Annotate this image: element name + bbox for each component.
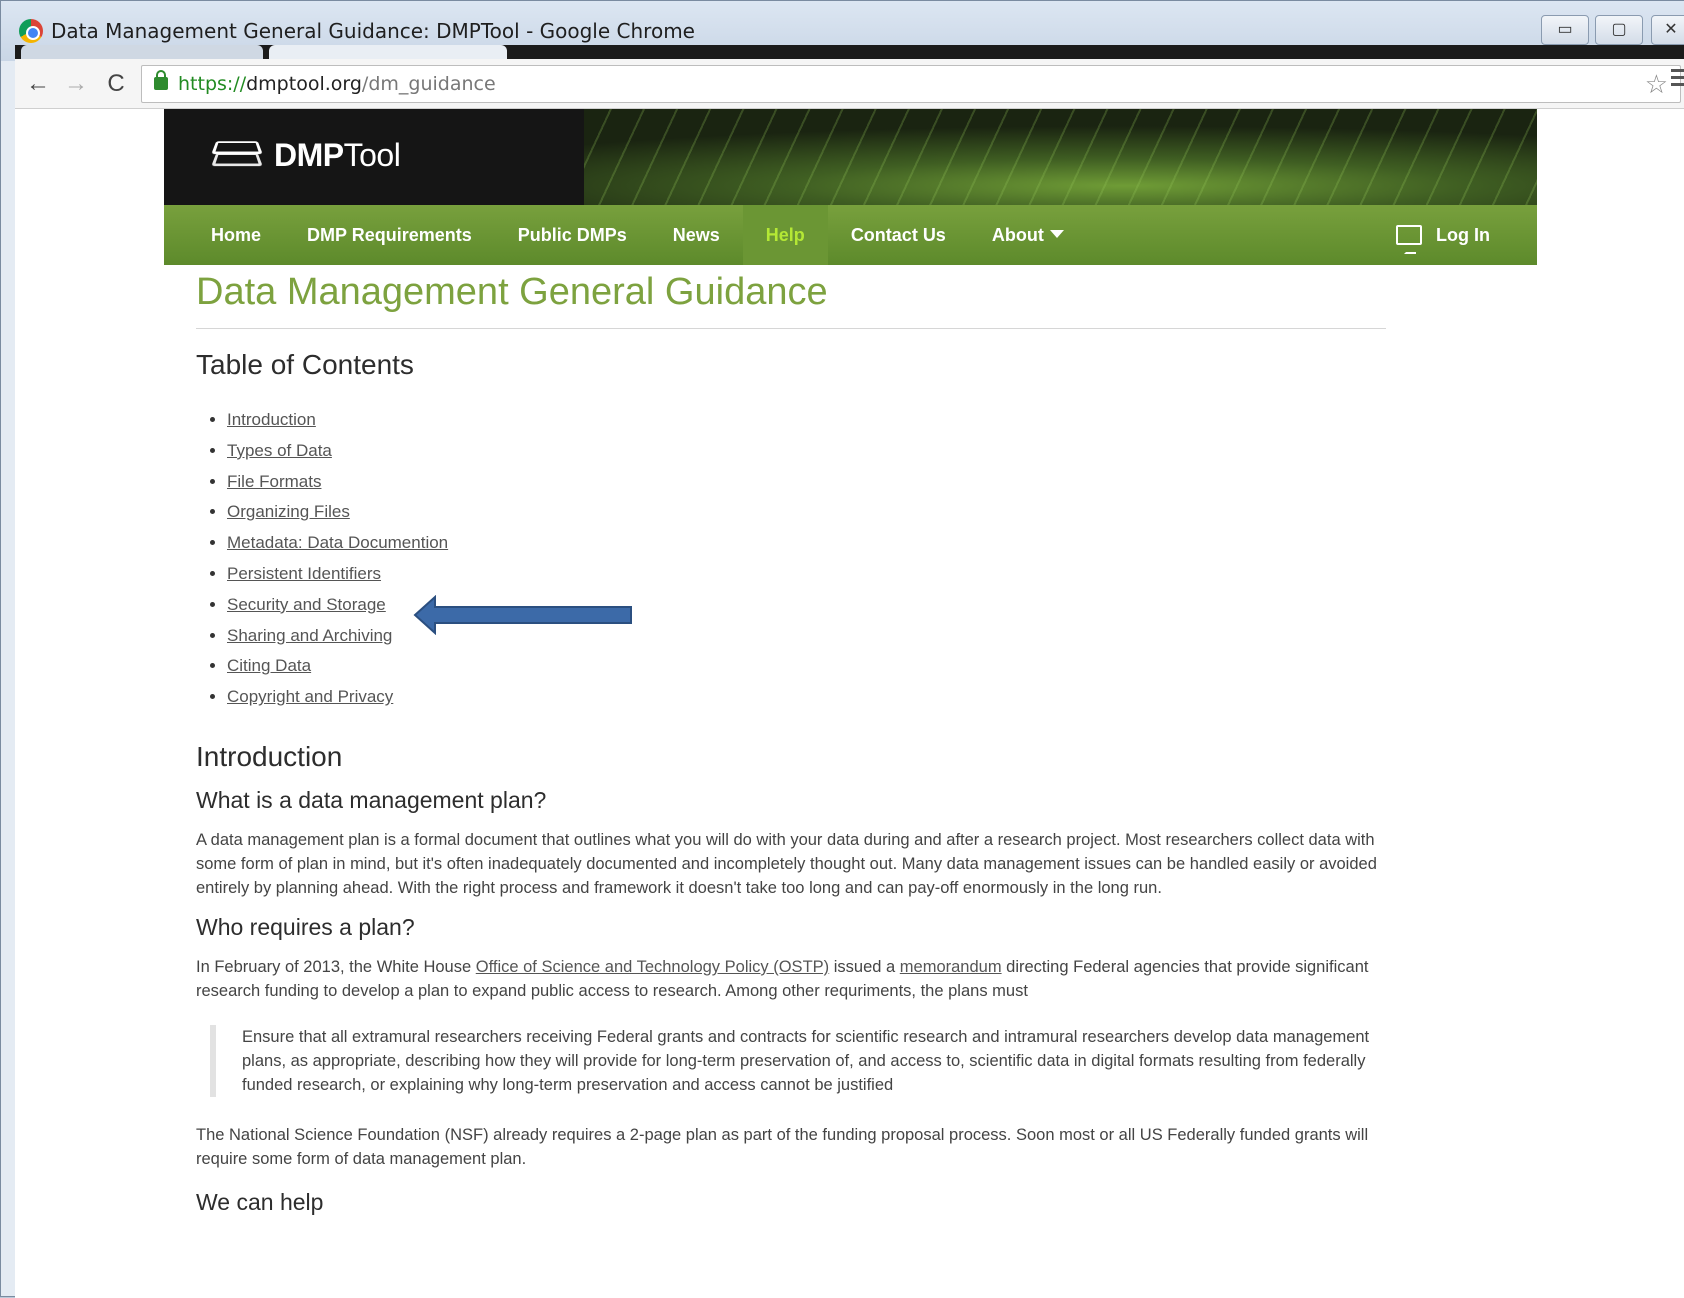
toc-item: Organizing Files bbox=[227, 497, 1386, 528]
chrome-menu-icon[interactable] bbox=[1671, 69, 1684, 93]
nav-public-dmps[interactable]: Public DMPs bbox=[495, 205, 650, 265]
toc-link-file-formats[interactable]: File Formats bbox=[227, 472, 321, 491]
lock-icon bbox=[154, 70, 168, 90]
toc-item: Copyright and Privacy bbox=[227, 682, 1386, 713]
caret-down-icon bbox=[1049, 230, 1064, 238]
page-viewport: DMPTool Home DMP Requirements Public DMP… bbox=[15, 109, 1684, 1298]
nav-contact-us[interactable]: Contact Us bbox=[828, 205, 969, 265]
url-host: dmptool.org bbox=[246, 73, 362, 95]
tab-previous[interactable] bbox=[21, 45, 263, 59]
we-can-help-heading: We can help bbox=[196, 1188, 324, 1215]
toc-link-metadata[interactable]: Metadata: Data Documention bbox=[227, 533, 448, 552]
who-requires-text: In February of 2013, the White House Off… bbox=[196, 957, 1369, 1000]
url-scheme: https:// bbox=[178, 73, 247, 95]
minimize-button[interactable]: ▭ bbox=[1541, 15, 1589, 45]
tab-strip bbox=[15, 45, 1684, 59]
logo-stack-icon bbox=[210, 138, 264, 174]
url-text[interactable]: https://dmptool.org/dm_guidance bbox=[178, 73, 496, 95]
toc-link-copyright-and-privacy[interactable]: Copyright and Privacy bbox=[227, 687, 393, 706]
nav-about[interactable]: About bbox=[969, 205, 1087, 265]
site-banner: DMPTool bbox=[164, 109, 1537, 205]
nav-news[interactable]: News bbox=[650, 205, 743, 265]
tab-current[interactable] bbox=[269, 45, 507, 59]
bookmark-star-icon[interactable]: ☆ bbox=[1645, 69, 1668, 100]
toc-heading: Table of Contents bbox=[196, 349, 414, 380]
nav-home[interactable]: Home bbox=[211, 205, 284, 265]
what-is-dmp-text: A data management plan is a formal docum… bbox=[196, 830, 1377, 897]
nsf-text: The National Science Foundation (NSF) al… bbox=[196, 1125, 1369, 1168]
site-header: DMPTool Home DMP Requirements Public DMP… bbox=[164, 109, 1537, 265]
what-is-dmp-heading: What is a data management plan? bbox=[196, 786, 547, 813]
toc-link-persistent-identifiers[interactable]: Persistent Identifiers bbox=[227, 564, 381, 583]
url-path: /dm_guidance bbox=[361, 73, 496, 95]
window-title: Data Management General Guidance: DMPToo… bbox=[51, 19, 695, 43]
nav-help[interactable]: Help bbox=[742, 205, 828, 265]
chrome-logo-icon bbox=[19, 19, 43, 43]
nav-dmp-requirements[interactable]: DMP Requirements bbox=[284, 205, 495, 265]
login-label: Log In bbox=[1436, 225, 1490, 245]
ostp-quote: Ensure that all extramural researchers r… bbox=[210, 1024, 1386, 1097]
toc-link-types-of-data[interactable]: Types of Data bbox=[227, 441, 332, 460]
logo-text: DMPTool bbox=[274, 137, 401, 173]
toc-item: Persistent Identifiers bbox=[227, 559, 1386, 590]
monitor-icon bbox=[1396, 225, 1423, 254]
toc-item: Sharing and Archiving bbox=[227, 621, 1386, 652]
nav-about-label: About bbox=[991, 225, 1044, 245]
toc-item: File Formats bbox=[227, 467, 1386, 498]
forward-button[interactable]: → bbox=[61, 69, 91, 99]
toc-item: Types of Data bbox=[227, 436, 1386, 467]
arrow-shape bbox=[413, 595, 632, 635]
toc-link-security-and-storage[interactable]: Security and Storage bbox=[227, 595, 386, 614]
login-link[interactable]: Log In bbox=[1396, 205, 1490, 265]
browser-toolbar: ← → C https://dmptool.org/dm_guidance ☆ bbox=[15, 59, 1684, 109]
main-nav: Home DMP Requirements Public DMPs News H… bbox=[164, 205, 1537, 265]
introduction-heading: Introduction bbox=[196, 740, 343, 772]
annotation-arrow-icon bbox=[413, 595, 632, 635]
toc-link-organizing-files[interactable]: Organizing Files bbox=[227, 502, 350, 521]
dmptool-logo[interactable]: DMPTool bbox=[210, 137, 401, 174]
toc-link-introduction[interactable]: Introduction bbox=[227, 410, 316, 429]
toc-list: Introduction Types of Data File Formats … bbox=[196, 405, 1386, 713]
reload-button[interactable]: C bbox=[101, 69, 131, 99]
memorandum-link[interactable]: memorandum bbox=[900, 958, 1002, 976]
close-button[interactable]: ✕ bbox=[1651, 15, 1684, 45]
main-content: Data Management General Guidance Table o… bbox=[196, 271, 1386, 1216]
toc-link-sharing-and-archiving[interactable]: Sharing and Archiving bbox=[227, 626, 392, 645]
toc-item: Introduction bbox=[227, 405, 1386, 436]
browser-window: Data Management General Guidance: DMPToo… bbox=[0, 0, 1684, 1298]
maximize-button[interactable]: ▢ bbox=[1595, 15, 1643, 45]
toc-item: Citing Data bbox=[227, 651, 1386, 682]
toc-item: Security and Storage bbox=[227, 590, 1386, 621]
toc-link-citing-data[interactable]: Citing Data bbox=[227, 656, 311, 675]
page-title: Data Management General Guidance bbox=[196, 271, 1386, 329]
address-bar[interactable]: https://dmptool.org/dm_guidance ☆ bbox=[141, 65, 1681, 103]
toc-item: Metadata: Data Documention bbox=[227, 528, 1386, 559]
back-button[interactable]: ← bbox=[23, 69, 53, 99]
who-requires-heading: Who requires a plan? bbox=[196, 913, 415, 940]
ostp-link[interactable]: Office of Science and Technology Policy … bbox=[476, 958, 829, 976]
